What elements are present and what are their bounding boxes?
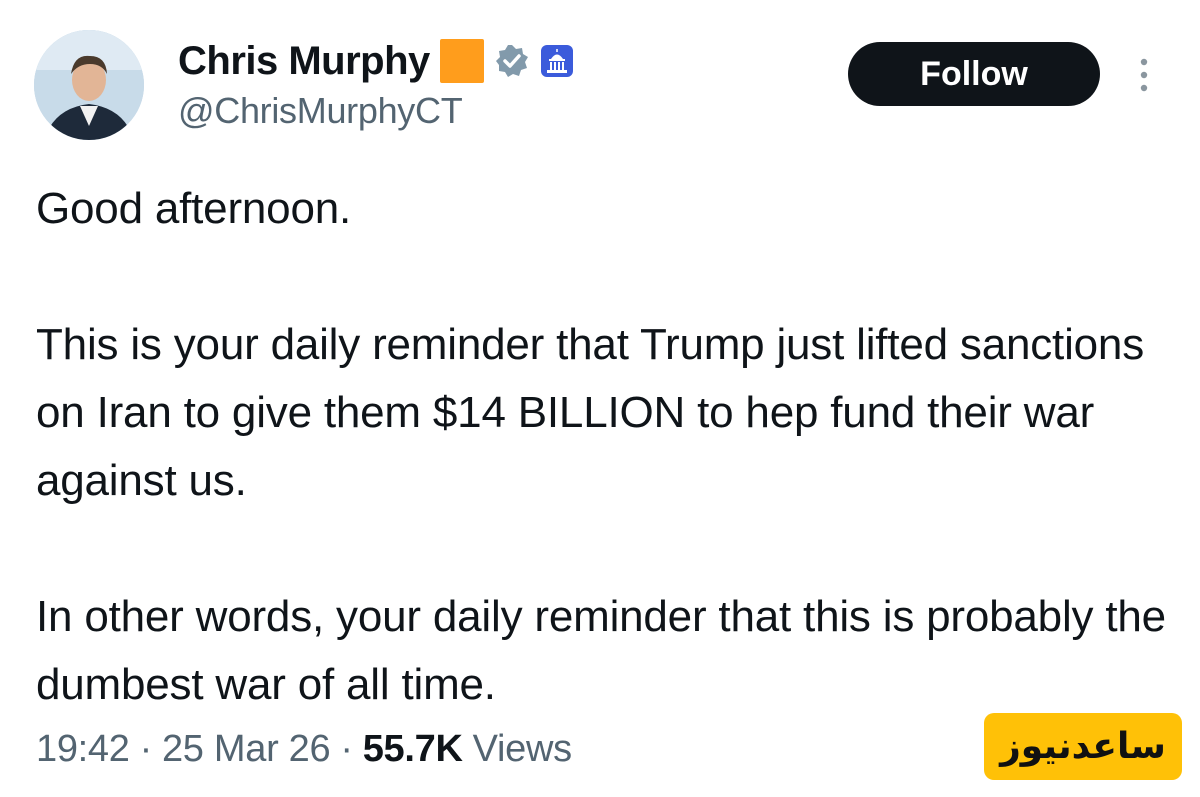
author-handle[interactable]: @ChrisMurphyCT xyxy=(178,90,463,132)
avatar[interactable] xyxy=(34,30,144,140)
author-name[interactable]: Chris Murphy xyxy=(178,39,430,84)
watermark-text: ساعدنیوز xyxy=(1000,726,1166,767)
separator-dot: · xyxy=(139,728,153,770)
tweet-time[interactable]: 19:42 xyxy=(36,728,130,771)
tweet-meta: 19:42 · 25 Mar 26 · 55.7K Views xyxy=(36,728,572,771)
views-label: Views xyxy=(472,728,572,770)
tweet-paragraph: Good afternoon. xyxy=(36,184,352,233)
author-name-row: Chris Murphy xyxy=(178,36,574,86)
tweet-text: Good afternoon. This is your daily remin… xyxy=(36,175,1176,719)
follow-button[interactable]: Follow xyxy=(848,42,1100,106)
tweet-paragraph: In other words, your daily reminder that… xyxy=(36,592,1166,709)
tweet-paragraph: This is your daily reminder that Trump j… xyxy=(36,320,1145,505)
separator-dot: · xyxy=(340,728,353,770)
tweet-date[interactable]: 25 Mar 26 xyxy=(162,728,331,771)
verified-badge-icon[interactable] xyxy=(494,43,530,79)
watermark-logo: ساعدنیوز xyxy=(984,713,1182,780)
capitol-building-icon[interactable] xyxy=(540,44,574,78)
orange-square-emoji xyxy=(439,39,484,83)
more-options-icon[interactable] xyxy=(1134,56,1154,96)
views-count[interactable]: 55.7K xyxy=(363,728,463,771)
